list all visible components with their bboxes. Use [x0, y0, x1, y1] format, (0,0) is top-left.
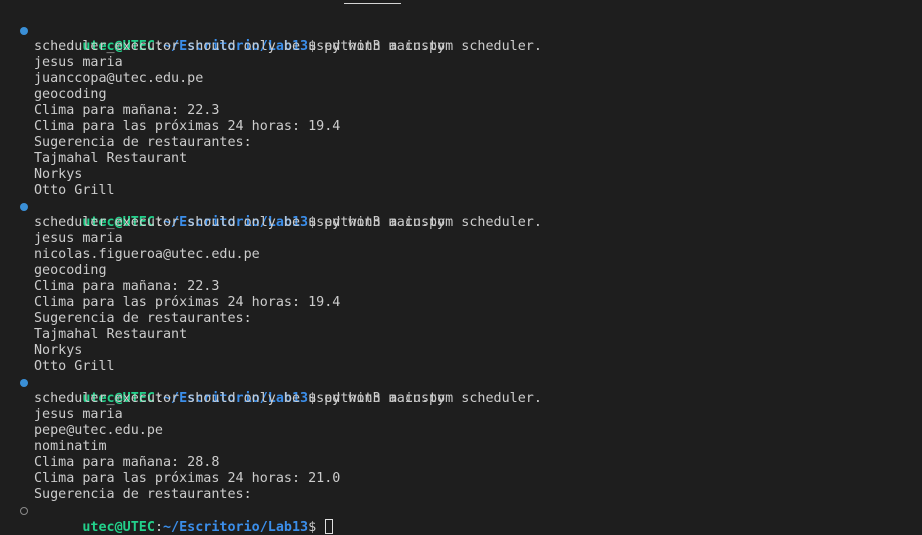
prompt-user-host: utec@UTEC [82, 520, 155, 535]
prompt-separator: : [154, 520, 163, 535]
active-command-line[interactable]: utec@UTEC:~/Escritorio/Lab13$ [0, 503, 922, 535]
command-line: utec@UTEC:~/Escritorio/Lab13$ python3 ma… [0, 23, 922, 54]
output-line: Clima para las próximas 24 horas: 21.0 [34, 471, 341, 486]
output-line: nominatim [34, 439, 107, 454]
active-tab-indicator [344, 0, 401, 4]
output-line: geocoding [34, 87, 107, 102]
output-line: Clima para mañana: 22.3 [34, 103, 220, 118]
output-line: scheduler_executor should only be used w… [34, 39, 542, 54]
output-line: jesus maria [34, 55, 123, 70]
output-line: scheduler_executor should only be used w… [34, 215, 542, 230]
terminal-output[interactable]: utec@UTEC:~/Escritorio/Lab13$ python3 ma… [0, 23, 922, 535]
output-line: geocoding [34, 263, 107, 278]
output-line: Clima para las próximas 24 horas: 19.4 [34, 295, 341, 310]
output-line: Clima para mañana: 28.8 [34, 455, 220, 470]
output-line: scheduler_executor should only be used w… [34, 391, 542, 406]
output-line: Clima para las próximas 24 horas: 19.4 [34, 119, 341, 134]
output-line: pepe@utec.edu.pe [34, 423, 163, 438]
output-line: Sugerencia de restaurantes: [34, 135, 252, 150]
command-decoration-icon[interactable] [20, 27, 28, 35]
command-decoration-icon[interactable] [20, 379, 28, 387]
output-line: Sugerencia de restaurantes: [34, 311, 252, 326]
output-line: nicolas.figueroa@utec.edu.pe [34, 247, 260, 262]
text-cursor [325, 519, 334, 534]
output-line: Tajmahal Restaurant [34, 151, 188, 166]
output-line: Clima para mañana: 22.3 [34, 279, 220, 294]
output-line: Norkys [34, 343, 83, 358]
output-line: Otto Grill [34, 183, 115, 198]
command-line: utec@UTEC:~/Escritorio/Lab13$ python3 ma… [0, 199, 922, 230]
output-line: Tajmahal Restaurant [34, 327, 188, 342]
prompt-path: ~/Escritorio/Lab13 [163, 520, 309, 535]
output-line: juanccopa@utec.edu.pe [34, 71, 204, 86]
output-line: jesus maria [34, 231, 123, 246]
output-line: Otto Grill [34, 359, 115, 374]
terminal-panel[interactable]: utec@UTEC:~/Escritorio/Lab13$ python3 ma… [0, 0, 922, 535]
command-decoration-icon[interactable] [20, 507, 28, 515]
output-line: Norkys [34, 167, 83, 182]
command-decoration-icon[interactable] [20, 203, 28, 211]
output-line: jesus maria [34, 407, 123, 422]
command-line: utec@UTEC:~/Escritorio/Lab13$ python3 ma… [0, 375, 922, 406]
prompt-dollar: $ [308, 520, 325, 535]
output-line: Sugerencia de restaurantes: [34, 487, 252, 502]
